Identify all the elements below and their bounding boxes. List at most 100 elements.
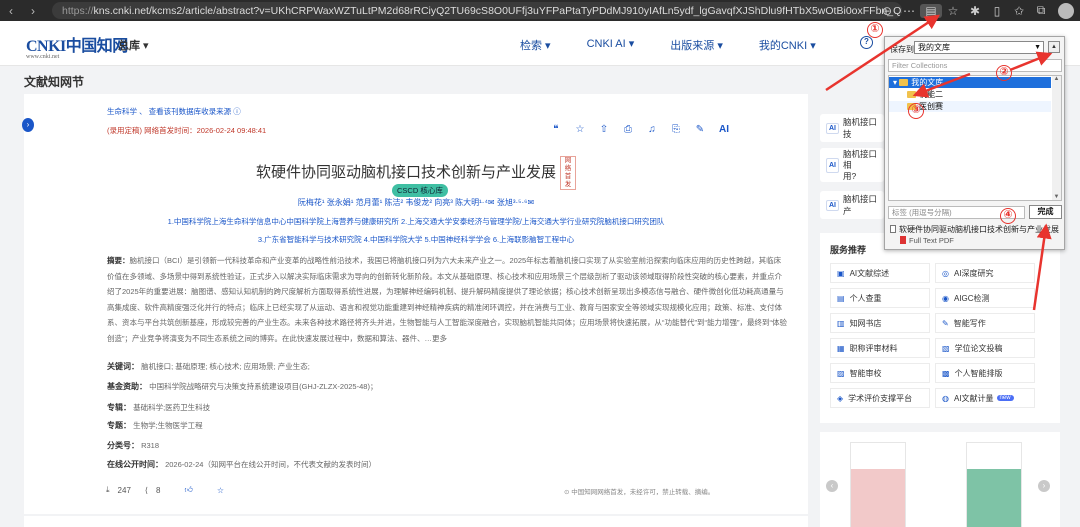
book-cover-2[interactable] [966, 442, 1022, 527]
authors[interactable]: 阮梅花¹ 张永娟¹ 范月蕾¹ 陈洁² 韦俊龙² 向亮³ 陈大明¹·⁴✉ 张旭³·… [24, 197, 808, 208]
bibliometrics-icon: ◍ [942, 393, 949, 403]
cnki-logo[interactable]: CNKI中国知网 www.cnki.net [26, 32, 128, 60]
tree-item-my-library[interactable]: ▾ 我的文库 [889, 77, 1051, 88]
zoom-icon[interactable]: ⊖ [876, 4, 898, 18]
service-bibliometrics[interactable]: ◍ AI文献计量 new [935, 388, 1035, 408]
keywords-row: 关键词： 脑机接口; 基础原理; 核心技术; 应用场景; 产业生态; [107, 361, 310, 372]
cscd-badge: CSCD 核心库 [392, 184, 448, 197]
service-writing[interactable]: ✎ 智能写作 [935, 313, 1035, 333]
bookmark-star-icon[interactable]: ☆ [942, 4, 964, 18]
done-button[interactable]: 完成 [1029, 205, 1062, 219]
nav-my-cnki[interactable]: 我的CNKI ▾ [759, 37, 816, 53]
url-text: kns.cnki.net/kcms2/article/abstract?v=UK… [93, 4, 902, 17]
fund[interactable]: 中国科学院战略研究与决策支持系统建设项目(GHJ-ZLZX-2025-48)； [149, 382, 377, 391]
series-row: 专辑： 基础科学;医药卫生科技 [107, 402, 210, 413]
ai-review-icon: ▣ [837, 268, 845, 278]
evaluation-icon: ◈ [837, 393, 844, 403]
service-proofread[interactable]: ▨ 智能审校 [830, 363, 930, 383]
ai-button[interactable]: AI [712, 124, 736, 135]
new-badge: new [996, 395, 1014, 401]
abstract-label: 摘要： [107, 256, 130, 265]
service-plagiarism[interactable]: ▤ 个人查重 [830, 288, 930, 308]
address-bar[interactable]: https:// kns.cnki.net/kcms2/article/abst… [52, 2, 902, 19]
library-select[interactable]: 总库 ▾ [118, 37, 149, 53]
forward-icon[interactable]: › [22, 4, 44, 18]
favorite-icon[interactable]: ☆ [568, 124, 592, 135]
tree-item-1[interactable]: 机能二 [889, 89, 1051, 100]
service-aigc[interactable]: ◉ AIGC检测 [935, 288, 1035, 308]
folder-icon [907, 91, 916, 98]
service-ai-research[interactable]: ◎ AI深度研究 [935, 263, 1035, 283]
nav-cnki-ai[interactable]: CNKI AI ▾ [587, 37, 635, 53]
service-evaluation[interactable]: ◈ 学术评价支撑平台 [830, 388, 930, 408]
topic-row: 专题： 生物学;生物医学工程 [107, 420, 203, 431]
cite-icon[interactable]: ❝ [544, 124, 568, 135]
fund-row: 基金资助： 中国科学院战略研究与决策支持系统建设项目(GHJ-ZLZX-2025… [107, 381, 377, 392]
proofread-icon: ▨ [837, 368, 845, 378]
carousel-next-icon[interactable]: › [1038, 480, 1050, 492]
like-icon[interactable]: 👍︎ [184, 485, 192, 495]
back-icon[interactable]: ‹ [0, 4, 22, 18]
ai-research-icon: ◎ [942, 268, 949, 278]
save-to-value: 我的文库 [918, 43, 950, 52]
share-icon[interactable]: ⇧ [592, 124, 616, 135]
collection-tree: ▾ 我的文库 机能二 医创赛 ▲ ▼ [888, 75, 1062, 201]
collapse-toggle-button[interactable]: ▲ [1048, 41, 1060, 53]
keywords[interactable]: 脑机接口; 基础原理; 核心技术; 应用场景; 产业生态; [141, 362, 310, 371]
save-to-select[interactable]: 我的文库 ▼ [914, 41, 1044, 54]
service-bookstore[interactable]: ▥ 知网书店 [830, 313, 930, 333]
service-thesis[interactable]: ▧ 学位论文投稿 [935, 338, 1035, 358]
saved-attachment: Full Text PDF [900, 236, 954, 245]
main-nav: 检索 ▾ CNKI AI ▾ 出版来源 ▾ 我的CNKI ▾ [520, 37, 852, 53]
filter-collections-input[interactable]: Filter Collections [888, 59, 1062, 72]
related-card-3[interactable]: AI 脑机接口产 [820, 191, 884, 219]
page-title: 文献知网节 [24, 75, 85, 89]
topic-label: 专题： [107, 421, 131, 430]
related-card-1-text: 脑机接口技 [843, 117, 878, 139]
zotero-connector-icon[interactable]: ▤ [920, 3, 942, 18]
copy-icon[interactable]: ⎘ [664, 124, 688, 135]
tree-scrollbar[interactable]: ▲ ▼ [1052, 76, 1061, 200]
series: 基础科学;医药卫生科技 [133, 403, 211, 412]
nav-publication[interactable]: 出版来源 ▾ [670, 37, 723, 53]
nav-search[interactable]: 检索 ▾ [520, 37, 551, 53]
collections-icon[interactable]: ⧉ [1030, 3, 1052, 18]
notify-icon[interactable]: ♫ [640, 124, 664, 135]
breadcrumb[interactable]: 生命科学 、 查看该刊数据库收录来源 ⓘ [107, 106, 241, 117]
profile-avatar[interactable] [1058, 2, 1074, 19]
print-icon[interactable]: ⎙ [616, 124, 640, 135]
extensions-icon[interactable]: ✱ [964, 4, 986, 18]
browser-toolbar: ‹ › https:// kns.cnki.net/kcms2/article/… [0, 0, 1080, 21]
services-title: 服务推荐 [830, 245, 867, 255]
stats-bar: ⤓ 247 ⟨ 8 👍︎ ☆ [106, 485, 248, 495]
more-icon[interactable]: ⋯ [898, 4, 920, 18]
service-layout[interactable]: ▩ 个人智能排版 [935, 363, 1035, 383]
help-icon[interactable]: ? [860, 36, 873, 49]
fund-label: 基金资助： [107, 382, 147, 391]
abstract-text: 脑机接口（BCI）是引领新一代科技革命和产业变革的战略性前沿技术，我国已将脑机接… [107, 256, 787, 343]
affiliations-2[interactable]: 3.广东省智能科学与技术研究院 4.中国科学院大学 5.中国神经科学学会 6.上… [24, 234, 808, 245]
keywords-label: 关键词： [107, 362, 139, 371]
services-panel: 服务推荐 ▣ AI文献综述 ◎ AI深度研究 ▤ 个人查重 ◉ AIGC检测 ▥ 知网书店… [820, 233, 1060, 423]
side-expand-icon[interactable]: › [22, 118, 34, 132]
bookstore-icon: ▥ [837, 318, 845, 328]
related-card-2[interactable]: AI 脑机接口相 用? [820, 148, 884, 182]
split-icon[interactable]: ▯ [986, 4, 1008, 18]
folder-icon [899, 79, 909, 86]
next-card-edge [24, 516, 808, 527]
affiliations-1[interactable]: 1.中国科学院上海生命科学信息中心中国科学院上海营养与健康研究所 2.上海交通大… [24, 216, 808, 227]
article-title-text: 软硬件协同驱动脑机接口技术创新与产业发展 [255, 163, 556, 181]
star-icon[interactable]: ☆ [217, 486, 224, 495]
related-card-1[interactable]: AI 脑机接口技 [820, 114, 884, 142]
service-title-review[interactable]: ▦ 职称评审材料 [830, 338, 930, 358]
carousel-prev-icon[interactable]: ‹ [826, 480, 838, 492]
favorites-icon[interactable]: ✩ [1008, 4, 1030, 18]
service-ai-review[interactable]: ▣ AI文献综述 [830, 263, 930, 283]
url-prefix: https:// [62, 4, 94, 17]
publish-time: (录用定稿) 网络首发时间：2026-02-24 09:48:41 [107, 126, 267, 135]
book-cover-1[interactable] [850, 442, 906, 527]
chevron-down-icon: ▼ [1034, 44, 1041, 51]
related-card-3-text: 脑机接口产 [843, 194, 878, 216]
ai-tag-icon: AI [826, 157, 839, 173]
note-icon[interactable]: ✎ [688, 124, 712, 135]
